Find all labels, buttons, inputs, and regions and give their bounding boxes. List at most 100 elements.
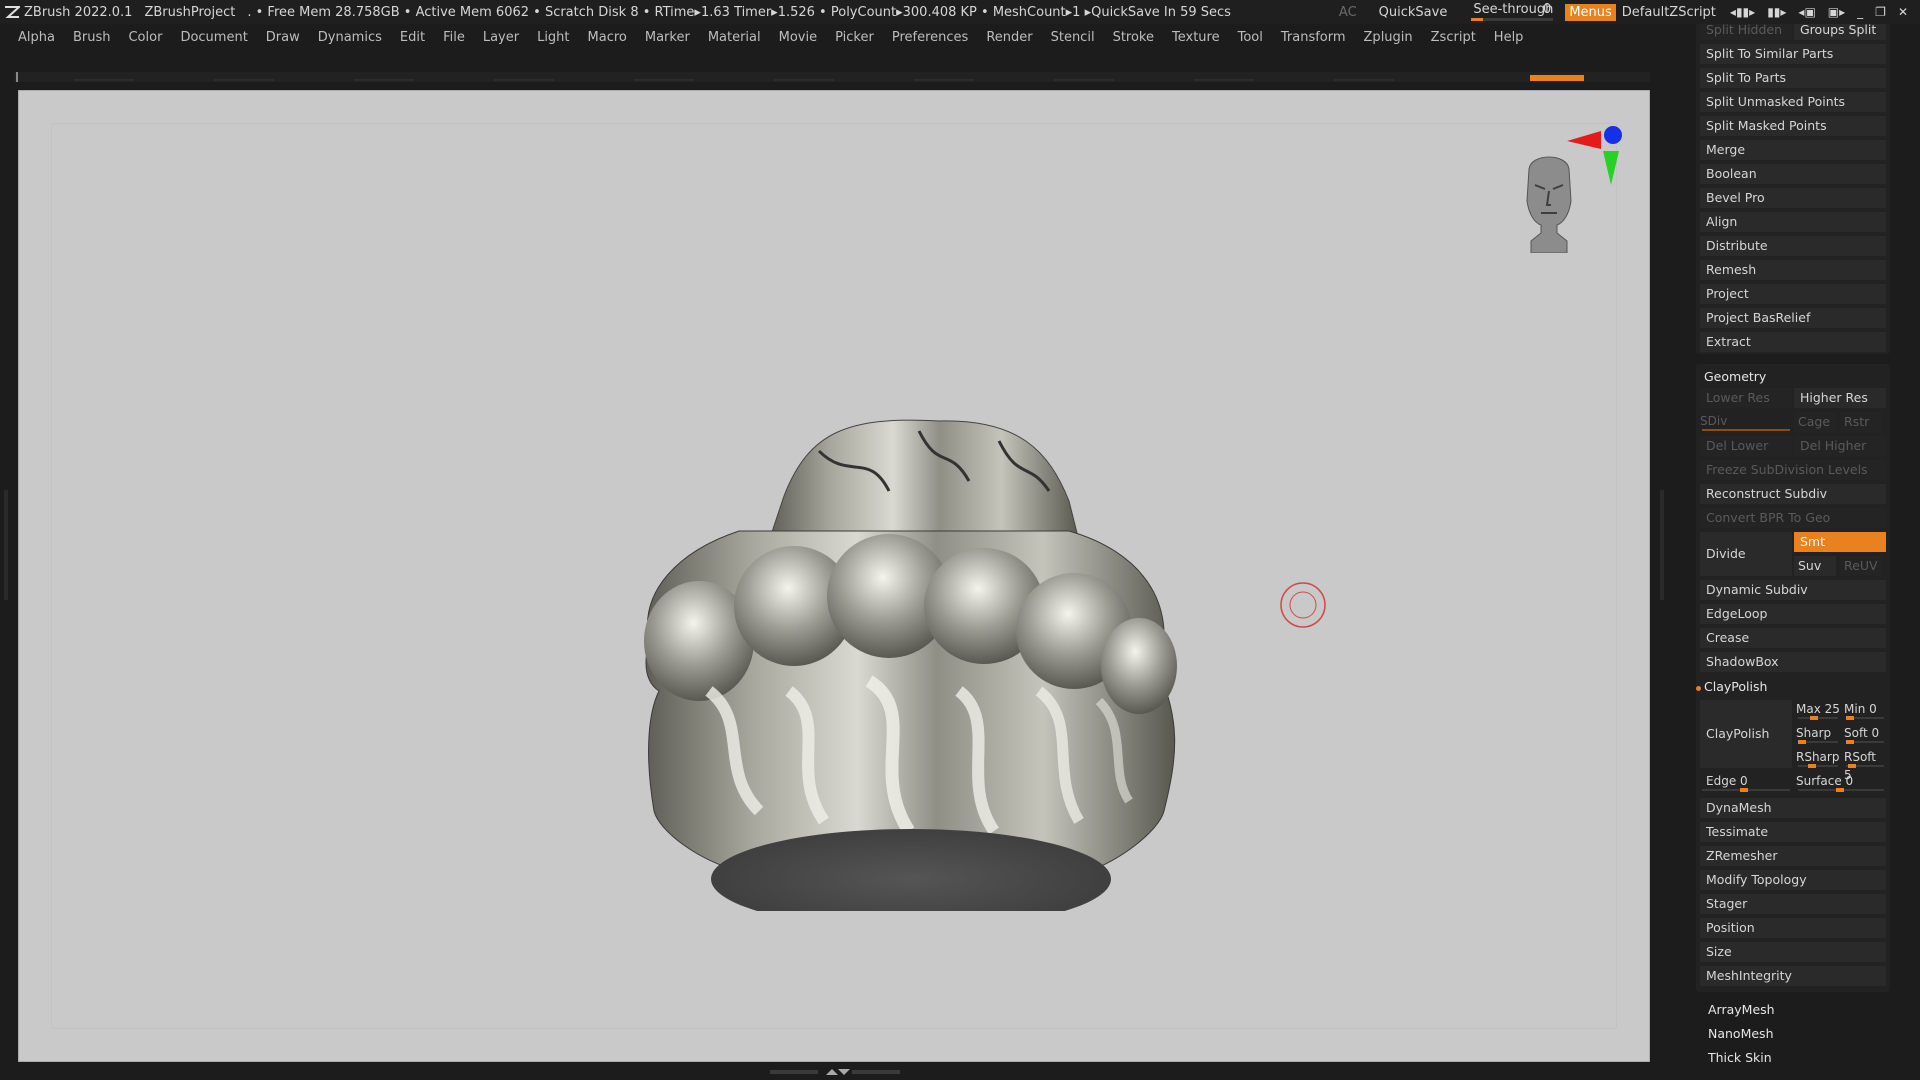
dynamesh-section[interactable]: DynaMesh — [1700, 798, 1886, 818]
crease-section[interactable]: Crease — [1700, 628, 1886, 648]
project-section[interactable]: Project — [1700, 284, 1886, 304]
menu-picker[interactable]: Picker — [835, 30, 874, 45]
arraymesh-section[interactable]: ArrayMesh — [1708, 1002, 1775, 1017]
edge-knob[interactable] — [1740, 788, 1748, 792]
surface-knob[interactable] — [1836, 788, 1844, 792]
dynamic-subdiv-section[interactable]: Dynamic Subdiv — [1700, 580, 1886, 600]
menu-tool[interactable]: Tool — [1238, 30, 1263, 45]
rstr-button[interactable]: Rstr — [1840, 412, 1882, 432]
menu-dynamics[interactable]: Dynamics — [318, 30, 382, 45]
reconstruct-subdiv-button[interactable]: Reconstruct Subdiv — [1700, 484, 1886, 504]
divide-button[interactable]: Divide — [1700, 532, 1792, 576]
soft-slider[interactable]: Soft 0 — [1844, 724, 1886, 744]
remesh-section[interactable]: Remesh — [1700, 260, 1886, 280]
menu-zplugin[interactable]: Zplugin — [1364, 30, 1413, 45]
convert-bpr-button[interactable]: Convert BPR To Geo — [1700, 508, 1886, 528]
menu-stroke[interactable]: Stroke — [1113, 30, 1154, 45]
stager-section[interactable]: Stager — [1700, 894, 1886, 914]
split-to-parts-button[interactable]: Split To Parts — [1700, 68, 1886, 88]
menu-alpha[interactable]: Alpha — [18, 30, 55, 45]
rsoft-knob[interactable] — [1848, 764, 1856, 768]
claypolish-section-title[interactable]: ClayPolish — [1704, 679, 1767, 694]
sharp-knob[interactable] — [1798, 740, 1806, 744]
menu-zscript[interactable]: Zscript — [1431, 30, 1476, 45]
menu-file[interactable]: File — [443, 30, 465, 45]
freeze-subdivision-button[interactable]: Freeze SubDivision Levels — [1700, 460, 1886, 480]
split-unmasked-points-button[interactable]: Split Unmasked Points — [1700, 92, 1886, 112]
menu-document[interactable]: Document — [180, 30, 247, 45]
split-masked-points-button[interactable]: Split Masked Points — [1700, 116, 1886, 136]
del-higher-button[interactable]: Del Higher — [1794, 436, 1886, 456]
menu-help[interactable]: Help — [1494, 30, 1524, 45]
menu-brush[interactable]: Brush — [73, 30, 111, 45]
left-tray-handle[interactable] — [4, 490, 8, 600]
higher-res-button[interactable]: Higher Res — [1794, 388, 1886, 408]
sculpt-mesh[interactable] — [619, 391, 1179, 911]
menu-movie[interactable]: Movie — [779, 30, 817, 45]
nanomesh-section[interactable]: NanoMesh — [1708, 1026, 1774, 1041]
menu-texture[interactable]: Texture — [1172, 30, 1220, 45]
size-section[interactable]: Size — [1700, 942, 1886, 962]
layout-4-icon[interactable]: ▣▸ — [1828, 5, 1845, 19]
project-basrelief-section[interactable]: Project BasRelief — [1700, 308, 1886, 328]
menu-transform[interactable]: Transform — [1281, 30, 1346, 45]
slider-knob[interactable] — [1471, 18, 1484, 21]
document-canvas[interactable] — [18, 90, 1650, 1062]
edge-slider[interactable]: Edge 0 — [1700, 772, 1792, 792]
menu-light[interactable]: Light — [537, 30, 569, 45]
rsharp-knob[interactable] — [1808, 764, 1816, 768]
rsoft-slider[interactable]: RSoft 5 — [1844, 748, 1886, 782]
menu-preferences[interactable]: Preferences — [892, 30, 968, 45]
menus-toggle[interactable]: Menus — [1565, 3, 1616, 21]
smt-toggle[interactable]: Smt — [1794, 532, 1886, 552]
maximize-icon[interactable]: ❐ — [1875, 5, 1886, 19]
menu-marker[interactable]: Marker — [645, 30, 690, 45]
menu-color[interactable]: Color — [128, 30, 162, 45]
surface-slider[interactable]: Surface 0 — [1796, 772, 1886, 792]
min-slider[interactable]: Min 0 — [1844, 700, 1886, 720]
ac-toggle[interactable]: AC — [1339, 5, 1357, 20]
extract-section[interactable]: Extract — [1700, 332, 1886, 352]
max-slider[interactable]: Max 25 — [1796, 700, 1840, 720]
bottom-tray-handle[interactable] — [770, 1068, 900, 1076]
axis-gizmo-icon[interactable] — [1559, 121, 1639, 191]
shadowbox-section[interactable]: ShadowBox — [1700, 652, 1886, 672]
lower-res-button[interactable]: Lower Res — [1700, 388, 1792, 408]
layout-1-icon[interactable]: ◂▮▮▸ — [1730, 5, 1755, 19]
merge-section[interactable]: Merge — [1700, 140, 1886, 160]
tessimate-section[interactable]: Tessimate — [1700, 822, 1886, 842]
minimize-icon[interactable]: _ — [1857, 5, 1863, 19]
sharp-slider[interactable]: Sharp — [1796, 724, 1840, 744]
bevel-pro-section[interactable]: Bevel Pro — [1700, 188, 1886, 208]
see-through-slider[interactable]: See-through 0 — [1469, 0, 1555, 24]
geometry-title[interactable]: Geometry — [1704, 369, 1766, 384]
close-icon[interactable]: ✕ — [1898, 5, 1908, 19]
sdiv-slider[interactable]: SDiv — [1700, 412, 1792, 432]
menu-macro[interactable]: Macro — [588, 30, 627, 45]
split-to-similar-parts-button[interactable]: Split To Similar Parts — [1700, 44, 1886, 64]
align-section[interactable]: Align — [1700, 212, 1886, 232]
position-section[interactable]: Position — [1700, 918, 1886, 938]
menu-material[interactable]: Material — [708, 30, 761, 45]
thick-skin-section[interactable]: Thick Skin — [1708, 1050, 1772, 1065]
menu-draw[interactable]: Draw — [266, 30, 300, 45]
menu-edit[interactable]: Edit — [400, 30, 425, 45]
edgeloop-section[interactable]: EdgeLoop — [1700, 604, 1886, 624]
suv-toggle[interactable]: Suv — [1794, 556, 1836, 576]
menu-render[interactable]: Render — [986, 30, 1032, 45]
meshintegrity-section[interactable]: MeshIntegrity — [1700, 966, 1886, 986]
claypolish-button[interactable]: ClayPolish — [1700, 700, 1792, 768]
distribute-section[interactable]: Distribute — [1700, 236, 1886, 256]
cage-button[interactable]: Cage — [1794, 412, 1836, 432]
groups-split-button[interactable]: Groups Split — [1794, 24, 1886, 40]
menu-stencil[interactable]: Stencil — [1051, 30, 1095, 45]
modify-topology-section[interactable]: Modify Topology — [1700, 870, 1886, 890]
menu-layer[interactable]: Layer — [483, 30, 519, 45]
max-knob[interactable] — [1810, 716, 1818, 720]
layout-3-icon[interactable]: ◂▣ — [1798, 5, 1815, 19]
min-knob[interactable] — [1846, 716, 1854, 720]
right-tray-handle[interactable] — [1660, 490, 1664, 600]
zremesher-section[interactable]: ZRemesher — [1700, 846, 1886, 866]
top-shelf[interactable] — [14, 72, 1650, 82]
split-hidden-button[interactable]: Split Hidden — [1700, 24, 1792, 40]
